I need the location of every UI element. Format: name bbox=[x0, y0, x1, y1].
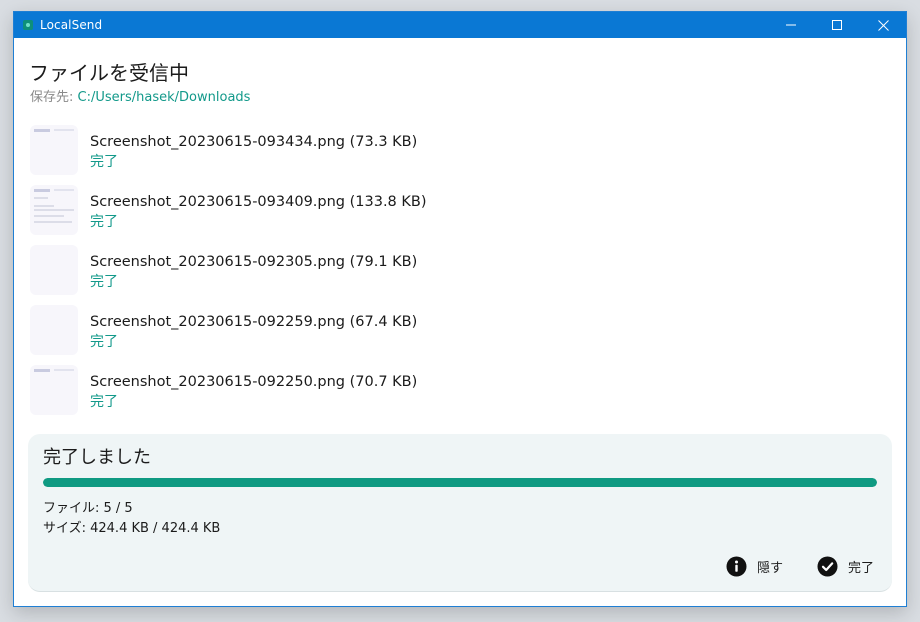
close-button[interactable] bbox=[860, 12, 906, 38]
file-item: Screenshot_20230615-092250.png (70.7 KB)… bbox=[30, 365, 890, 425]
save-location: 保存先: C:/Users/hasek/Downloads bbox=[30, 90, 250, 106]
file-status: 完了 bbox=[90, 154, 118, 170]
file-name: Screenshot_20230615-092305.png (79.1 KB) bbox=[90, 254, 418, 270]
page-title: ファイルを受信中 bbox=[29, 61, 189, 85]
file-status: 完了 bbox=[90, 394, 118, 410]
main-content: ファイルを受信中 保存先: C:/Users/hasek/Downloads S… bbox=[14, 38, 906, 606]
file-status: 完了 bbox=[90, 214, 118, 230]
hide-button[interactable]: 隠す bbox=[726, 556, 783, 577]
minimize-button[interactable] bbox=[768, 12, 814, 38]
save-location-label: 保存先: bbox=[30, 90, 74, 105]
maximize-icon bbox=[832, 20, 842, 30]
maximize-button[interactable] bbox=[814, 12, 860, 38]
save-location-path[interactable]: C:/Users/hasek/Downloads bbox=[78, 90, 251, 105]
file-thumbnail bbox=[30, 125, 78, 175]
panel-actions: 隠す 完了 bbox=[726, 556, 874, 577]
file-item: Screenshot_20230615-092259.png (67.4 KB)… bbox=[30, 305, 890, 365]
localsend-logo-icon bbox=[23, 20, 33, 30]
file-thumbnail bbox=[30, 305, 78, 355]
close-icon bbox=[877, 19, 889, 31]
file-list: Screenshot_20230615-093434.png (73.3 KB)… bbox=[30, 125, 890, 425]
done-button[interactable]: 完了 bbox=[817, 556, 874, 577]
title-bar[interactable]: LocalSend bbox=[14, 12, 906, 38]
window-title: LocalSend bbox=[40, 18, 103, 32]
file-name: Screenshot_20230615-093409.png (133.8 KB… bbox=[90, 194, 427, 210]
progress-panel: 完了しました ファイル: 5 / 5 サイズ: 424.4 KB / 424.4… bbox=[28, 434, 892, 592]
file-item: Screenshot_20230615-093409.png (133.8 KB… bbox=[30, 185, 890, 245]
file-thumbnail bbox=[30, 245, 78, 295]
file-thumbnail bbox=[30, 365, 78, 415]
hide-label: 隠す bbox=[756, 561, 783, 576]
minimize-icon bbox=[786, 24, 796, 26]
file-item: Screenshot_20230615-093434.png (73.3 KB)… bbox=[30, 125, 890, 185]
file-name: Screenshot_20230615-092250.png (70.7 KB) bbox=[90, 374, 418, 390]
file-status: 完了 bbox=[90, 334, 118, 350]
files-count: ファイル: 5 / 5 bbox=[43, 501, 133, 516]
file-name: Screenshot_20230615-092259.png (67.4 KB) bbox=[90, 314, 418, 330]
size-count: サイズ: 424.4 KB / 424.4 KB bbox=[43, 521, 221, 536]
file-status: 完了 bbox=[90, 274, 118, 290]
file-item: Screenshot_20230615-092305.png (79.1 KB)… bbox=[30, 245, 890, 305]
file-thumbnail bbox=[30, 185, 78, 235]
check-circle-icon bbox=[817, 556, 838, 577]
progress-bar bbox=[43, 478, 877, 487]
info-icon bbox=[726, 556, 747, 577]
done-label: 完了 bbox=[847, 561, 874, 576]
progress-title: 完了しました bbox=[43, 447, 151, 468]
file-name: Screenshot_20230615-093434.png (73.3 KB) bbox=[90, 134, 418, 150]
app-window: LocalSend ファイルを受信中 保存先: C:/Users/hasek/D… bbox=[13, 11, 907, 607]
progress-fill bbox=[43, 478, 877, 487]
window-controls bbox=[768, 12, 906, 38]
